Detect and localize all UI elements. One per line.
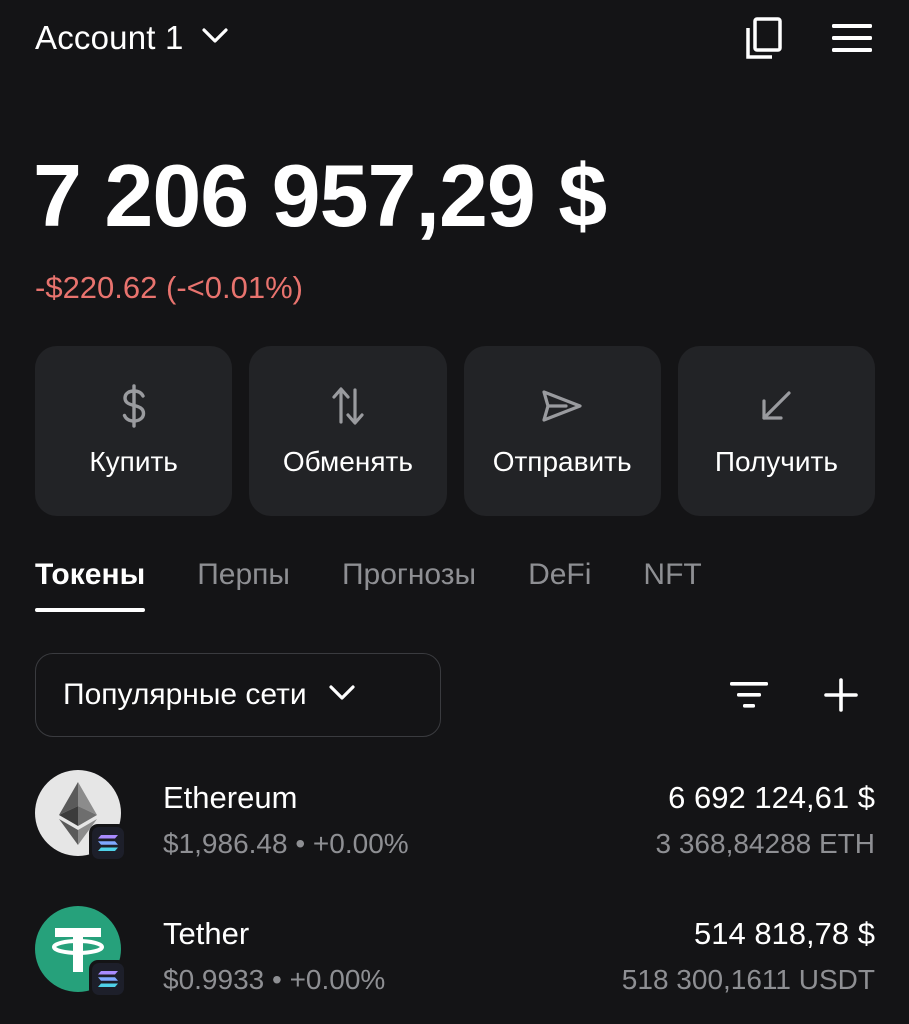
network-label: Популярные сети	[63, 678, 307, 711]
receive-button[interactable]: Получить	[677, 346, 875, 516]
add-token-icon[interactable]	[818, 672, 864, 718]
tab-defi[interactable]: DeFi	[528, 558, 591, 612]
receive-label: Получить	[714, 446, 838, 477]
swap-label: Обменять	[282, 446, 413, 477]
token-name: Ethereum	[163, 780, 298, 815]
swap-icon	[330, 384, 366, 428]
copy-icon[interactable]	[742, 16, 786, 60]
token-value: 514 818,78 $	[693, 916, 875, 951]
header-actions	[742, 16, 874, 60]
header: Account 1	[35, 14, 874, 62]
buy-button[interactable]: Купить	[35, 346, 233, 516]
total-balance: 7 206 957,29 $	[33, 146, 607, 245]
solana-badge-icon	[89, 960, 127, 998]
token-price: $1,986.48 • +0.00%	[163, 828, 409, 859]
action-buttons: Купить Обменять Отправить Получить	[35, 346, 875, 516]
filter-icon[interactable]	[726, 672, 772, 718]
tab-predictions[interactable]: Прогнозы	[342, 558, 476, 612]
buy-label: Купить	[89, 446, 178, 477]
token-value: 6 692 124,61 $	[668, 780, 875, 815]
chevron-down-icon	[329, 684, 355, 706]
swap-button[interactable]: Обменять	[249, 346, 447, 516]
menu-icon[interactable]	[830, 16, 874, 60]
send-label: Отправить	[492, 446, 632, 477]
token-row-tether[interactable]: Tether $0.9933 • +0.00% 514 818,78 $ 518…	[35, 906, 875, 1006]
send-icon	[540, 384, 584, 428]
chevron-down-icon	[201, 27, 228, 49]
tab-tokens[interactable]: Токены	[35, 558, 146, 612]
receive-icon	[758, 384, 794, 428]
wallet-screen: Account 1 7 206 957,29 $ -$220.62 (-<0.0…	[0, 0, 909, 1024]
token-name: Tether	[163, 916, 250, 951]
asset-tabs: Токены Перпы Прогнозы DeFi NFT	[35, 558, 754, 612]
token-row-ethereum[interactable]: Ethereum $1,986.48 • +0.00% 6 692 124,61…	[35, 770, 875, 870]
send-button[interactable]: Отправить	[463, 346, 661, 516]
token-amount: 518 300,1611 USDT	[621, 964, 875, 995]
token-price: $0.9933 • +0.00%	[163, 964, 386, 995]
token-amount: 3 368,84288 ETH	[655, 828, 876, 859]
solana-badge-icon	[89, 824, 127, 862]
tab-nft[interactable]: NFT	[643, 558, 701, 612]
account-selector[interactable]: Account 1	[35, 19, 228, 57]
dollar-icon	[121, 384, 147, 428]
account-name: Account 1	[35, 19, 184, 56]
balance-change: -$220.62 (-<0.01%)	[35, 270, 303, 305]
network-select[interactable]: Популярные сети	[35, 653, 441, 737]
tab-perps[interactable]: Перпы	[197, 558, 290, 612]
